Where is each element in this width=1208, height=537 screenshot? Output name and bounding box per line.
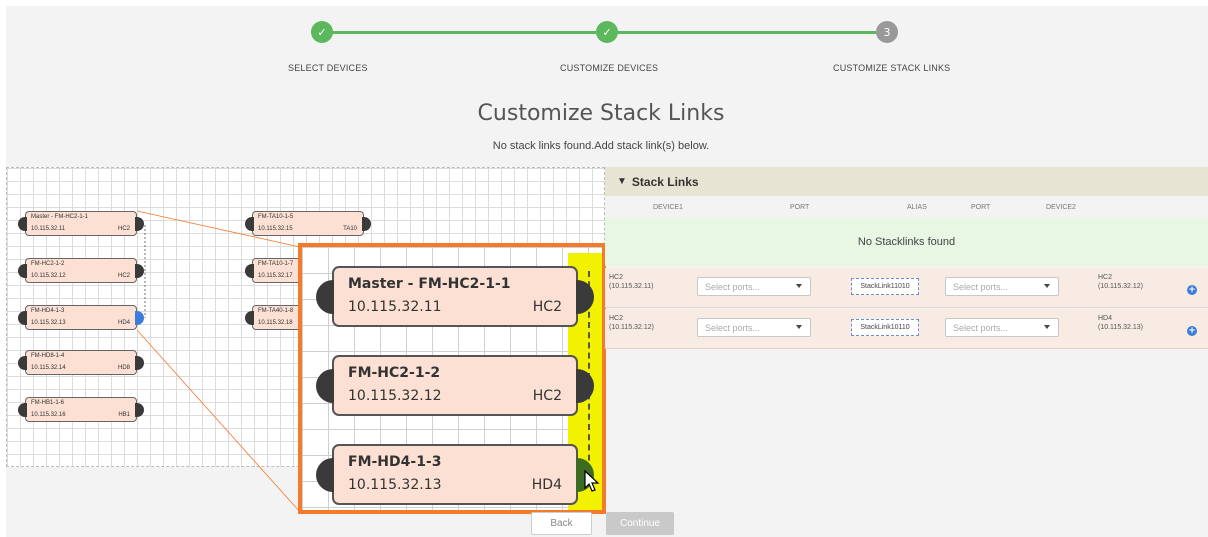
port1-select[interactable]: Select ports... <box>697 318 811 337</box>
step-2-check-icon[interactable]: ✓ <box>596 21 618 43</box>
device-node-fm-hc2-1-1[interactable]: Master - FM-HC2-1-1 10.115.32.11 HC2 <box>18 211 144 236</box>
page-title: Customize Stack Links <box>477 101 725 126</box>
back-button[interactable]: Back <box>531 512 592 535</box>
step-3-label: CUSTOMIZE STACK LINKS <box>833 63 951 73</box>
alias-field[interactable]: StackLink10110 <box>851 319 919 336</box>
caret-down-icon <box>796 325 802 329</box>
row-device1: HC2 (10.115.32.12) <box>609 315 655 331</box>
empty-stacklinks-message: No Stacklinks found <box>605 217 1208 266</box>
port2-select[interactable]: Select ports... <box>945 277 1059 296</box>
stack-link-row: HC2 (10.115.32.12) Select ports... Stack… <box>605 309 1208 349</box>
zoom-node-fm-hd4-1-3[interactable]: FM-HD4-1-3 10.115.32.13 HD4 <box>316 444 594 505</box>
port-handle[interactable] <box>18 403 27 417</box>
page-subtitle: No stack links found.Add stack link(s) b… <box>492 140 710 152</box>
port1-select[interactable]: Select ports... <box>697 277 811 296</box>
device-node-fm-hc2-1-2[interactable]: FM-HC2-1-2 10.115.32.12 HC2 <box>18 258 144 283</box>
device-node-fm-hb1-1-6[interactable]: FM-HB1-1-6 10.115.32.16 HB1 <box>18 397 144 422</box>
caret-down-icon <box>796 284 802 288</box>
device-node-fm-ta10-1-5[interactable]: FM-TA10-1-5 10.115.32.15 TA10 <box>245 211 371 236</box>
step-1-check-icon[interactable]: ✓ <box>311 21 333 43</box>
column-header-device1: DEVICE1 <box>653 204 683 211</box>
row-device2: HC2 (10.115.32.12) <box>1098 274 1144 290</box>
zoom-callout: Master - FM-HC2-1-1 10.115.32.11 HC2 FM-… <box>298 243 606 514</box>
zoom-node-fm-hc2-1-2[interactable]: FM-HC2-1-2 10.115.32.12 HC2 <box>316 355 594 416</box>
port-handle[interactable] <box>245 264 254 278</box>
column-header-alias: ALIAS <box>907 204 927 211</box>
port-handle[interactable] <box>316 369 334 403</box>
add-link-icon[interactable]: + <box>1187 285 1197 295</box>
port2-select[interactable]: Select ports... <box>945 318 1059 337</box>
alias-field[interactable]: StackLink11010 <box>851 278 919 295</box>
column-header-port2: PORT <box>971 204 991 211</box>
zoom-node-master-fm-hc2-1-1[interactable]: Master - FM-HC2-1-1 10.115.32.11 HC2 <box>316 266 594 327</box>
device-node-fm-hd8-1-4[interactable]: FM-HD8-1-4 10.115.32.14 HD8 <box>18 350 144 375</box>
step-2-label: CUSTOMIZE DEVICES <box>560 63 659 73</box>
caret-down-icon <box>1044 325 1050 329</box>
chevron-down-icon: ▼ <box>617 176 627 187</box>
mouse-pointer-icon <box>584 469 600 492</box>
step-3-number[interactable]: 3 <box>876 21 898 43</box>
port-handle[interactable] <box>245 311 254 325</box>
port-handle[interactable] <box>18 311 27 325</box>
port-handle[interactable] <box>316 280 334 314</box>
continue-button[interactable]: Continue <box>606 512 674 535</box>
stack-links-header[interactable]: ▼ Stack Links <box>605 167 1208 196</box>
row-device2: HD4 (10.115.32.13) <box>1098 315 1144 331</box>
port-handle[interactable] <box>18 356 27 370</box>
row-device1: HC2 (10.115.32.11) <box>609 274 654 290</box>
column-header-device2: DEVICE2 <box>1046 204 1076 211</box>
stack-link-row: HC2 (10.115.32.11) Select ports... Stack… <box>605 268 1208 308</box>
port-handle[interactable] <box>316 458 334 492</box>
stepper-line-1 <box>328 31 596 34</box>
step-1-label: SELECT DEVICES <box>288 63 368 73</box>
column-header-port1: PORT <box>790 204 810 211</box>
port-handle[interactable] <box>18 264 27 278</box>
stepper-line-2 <box>618 31 879 34</box>
port-handle[interactable] <box>245 217 254 231</box>
add-link-icon[interactable]: + <box>1187 326 1197 336</box>
device-node-fm-hd4-1-3[interactable]: FM-HD4-1-3 10.115.32.13 HD4 <box>18 305 144 330</box>
port-handle[interactable] <box>18 217 27 231</box>
caret-down-icon <box>1044 284 1050 288</box>
